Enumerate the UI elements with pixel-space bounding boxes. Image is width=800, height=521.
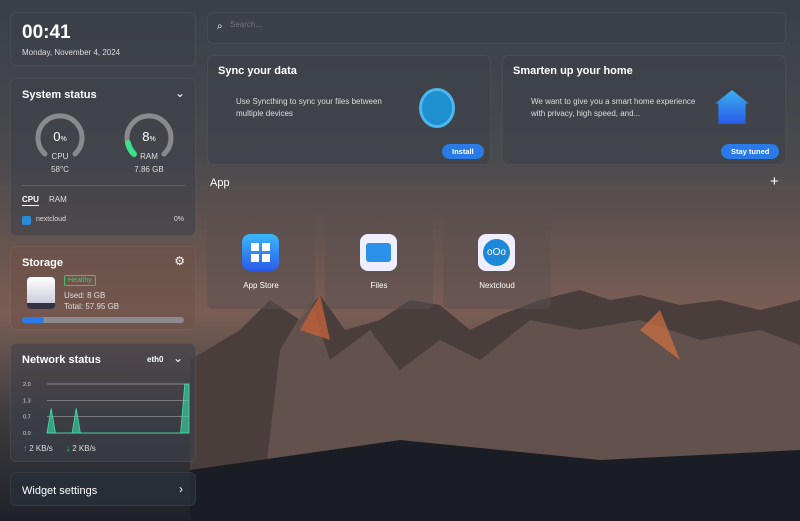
search-icon: ⌕	[217, 21, 223, 32]
cpu-temp: 58°C	[51, 165, 69, 174]
interface-select[interactable]: eth0	[147, 355, 163, 364]
app-tile-app-store[interactable]: App Store	[207, 203, 315, 309]
healthy-badge: Healthy	[64, 275, 96, 286]
storage-total: Total: 57.95 GB	[64, 302, 120, 311]
nextcloud-icon	[22, 216, 31, 225]
app-label: Files	[370, 281, 388, 290]
storage-used: Used: 8 GB	[64, 291, 106, 300]
arrow-up-icon: ↑	[23, 444, 27, 453]
disk-icon	[27, 277, 55, 309]
folder-icon	[360, 234, 397, 271]
app-label: Nextcloud	[479, 281, 515, 290]
chevron-down-icon[interactable]: ⌄	[173, 351, 183, 365]
storage-progress	[22, 317, 184, 323]
network-widget: Network status eth0 ⌄ 2.0 1.3 0.7 0.0 ↑ 2 K…	[10, 343, 196, 462]
y-tick-label: 2.0	[23, 382, 31, 388]
search-bar[interactable]: ⌕	[207, 12, 786, 44]
storage-title: Storage	[22, 257, 63, 269]
app-store-icon	[242, 234, 279, 271]
app-section-title: App	[210, 177, 230, 189]
install-button[interactable]: Install	[442, 144, 484, 159]
system-status-widget: System status ⌄ 0% CPU 58°C 8% RAM 7.86 …	[10, 78, 196, 236]
ram-size: 7.86 GB	[134, 165, 164, 174]
y-tick-label: 0.7	[23, 415, 31, 421]
clock-date: Monday, November 4, 2024	[22, 48, 121, 57]
y-tick-label: 0.0	[23, 431, 31, 437]
app-tile-nextcloud[interactable]: oOo Nextcloud	[443, 203, 551, 309]
divider	[21, 185, 185, 186]
download-speed: ↓ 2 KB/s	[66, 444, 96, 453]
home-title: Smarten up your home	[513, 65, 633, 77]
widget-settings-label: Widget settings	[22, 485, 98, 497]
smart-home-icon	[715, 90, 749, 124]
chevron-right-icon: ›	[179, 482, 183, 496]
storage-widget: Storage ⚙ Healthy Used: 8 GB Total: 57.9…	[10, 246, 196, 330]
sync-title: Sync your data	[218, 65, 297, 77]
chevron-down-icon[interactable]: ⌄	[175, 86, 185, 100]
ram-value: 8%	[142, 129, 156, 144]
tab-cpu[interactable]: CPU	[22, 195, 39, 206]
network-series	[46, 383, 190, 434]
home-description: We want to give you a smart home experie…	[531, 97, 696, 118]
gear-icon[interactable]: ⚙	[174, 254, 185, 268]
system-status-title: System status	[22, 89, 97, 101]
search-input[interactable]	[230, 20, 770, 29]
network-chart: 2.0 1.3 0.7 0.0	[23, 382, 190, 437]
add-app-icon[interactable]: +	[770, 173, 779, 190]
network-title: Network status	[22, 354, 101, 366]
ram-label: RAM	[140, 152, 158, 161]
clock-time: 00:41	[22, 22, 71, 43]
clock-widget: 00:41 Monday, November 4, 2024	[10, 12, 196, 66]
y-tick-label: 1.3	[23, 398, 31, 404]
sync-card: Sync your data Use Syncthing to sync you…	[207, 55, 491, 165]
smart-home-card: Smarten up your home We want to give you…	[502, 55, 786, 165]
cpu-value: 0%	[53, 129, 67, 144]
cpu-label: CPU	[51, 152, 69, 161]
syncthing-icon	[419, 88, 455, 128]
process-name: nextcloud	[36, 216, 66, 223]
app-tile-files[interactable]: Files	[325, 203, 433, 309]
nextcloud-icon: oOo	[478, 234, 515, 271]
process-value: 0%	[173, 216, 184, 223]
arrow-down-icon: ↓	[66, 444, 70, 453]
upload-speed: ↑ 2 KB/s	[23, 444, 53, 453]
stay-tuned-button[interactable]: Stay tuned	[721, 144, 780, 159]
tab-ram[interactable]: RAM	[49, 195, 67, 204]
sync-description: Use Syncthing to sync your files between…	[236, 97, 382, 118]
widget-settings-button[interactable]: Widget settings ›	[10, 472, 196, 506]
app-label: App Store	[243, 281, 279, 290]
